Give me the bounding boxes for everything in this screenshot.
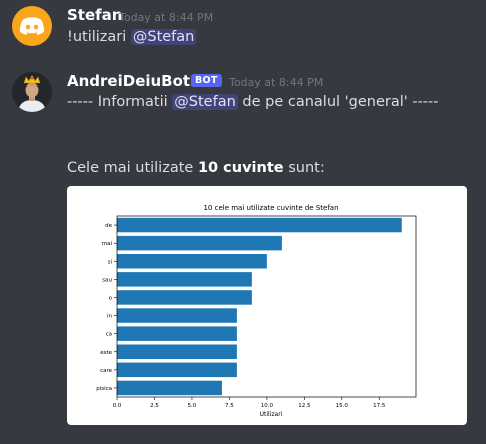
y-tick-label: o (109, 295, 113, 301)
y-tick-label: este (100, 350, 112, 356)
bar-chart: 10 cele mai utilizate cuvinte de Stefan … (96, 204, 417, 418)
bar-ca (117, 326, 237, 341)
x-tick-label: 17.5 (373, 403, 386, 409)
y-tick-label: ca (106, 332, 112, 338)
command-text: !utilizari (67, 29, 127, 45)
y-tick-label: de (105, 223, 112, 229)
x-axis-label: Utilizari (260, 411, 283, 418)
bot-avatar[interactable] (12, 72, 52, 112)
bar-in (117, 308, 237, 323)
y-tick-label: in (107, 314, 113, 320)
summary-bold: 10 cuvinte (197, 160, 284, 176)
bar-pisica (117, 380, 222, 396)
bar-sau (117, 272, 252, 287)
y-tick-label: sau (102, 277, 112, 283)
chart-attachment[interactable]: 10 cele mai utilizate cuvinte de Stefan … (67, 186, 467, 425)
y-tick-label: care (100, 368, 113, 374)
bar-este (117, 344, 237, 359)
crowned-person-avatar (12, 72, 52, 112)
user-mention[interactable]: @Stefan (130, 29, 197, 45)
info-prefix: ----- Informatii (67, 94, 168, 110)
bar-o (117, 290, 252, 305)
bot-badge: BOT (191, 74, 222, 87)
summary-suffix: sunt: (288, 160, 325, 176)
x-tick-label: 5.0 (188, 403, 197, 409)
message-timestamp: Today at 8:44 PM (119, 11, 214, 24)
x-tick-label: 15.0 (336, 403, 349, 409)
y-tick-label: mai (102, 241, 113, 247)
bar-de (117, 217, 402, 233)
message-content: !utilizari @Stefan (67, 29, 197, 45)
x-tick-label: 2.5 (150, 403, 159, 409)
info-suffix: de pe canalul 'general' ----- (242, 94, 439, 110)
stefan-avatar[interactable] (12, 6, 52, 46)
message-line-info: ----- Informatii @Stefan de pe canalul '… (67, 94, 439, 110)
x-tick-label: 0.0 (113, 403, 122, 409)
chart-title: 10 cele mai utilizate cuvinte de Stefan (203, 204, 338, 212)
y-tick-label: si (108, 259, 113, 265)
x-tick-label: 7.5 (225, 403, 234, 409)
bar-mai (117, 235, 282, 251)
discord-logo-icon (19, 17, 45, 35)
summary-prefix: Cele mai utilizate (67, 160, 194, 176)
bar-care (117, 362, 237, 378)
y-tick-label: pisica (96, 386, 112, 392)
x-tick-label: 10.0 (261, 403, 274, 409)
user-mention[interactable]: @Stefan (172, 94, 238, 110)
message-timestamp: Today at 8:44 PM (229, 76, 324, 89)
x-tick-label: 12.5 (298, 403, 311, 409)
message-line-summary: Cele mai utilizate 10 cuvinte sunt: (67, 160, 325, 176)
author-name[interactable]: Stefan (67, 6, 122, 24)
bar-si (117, 254, 267, 269)
